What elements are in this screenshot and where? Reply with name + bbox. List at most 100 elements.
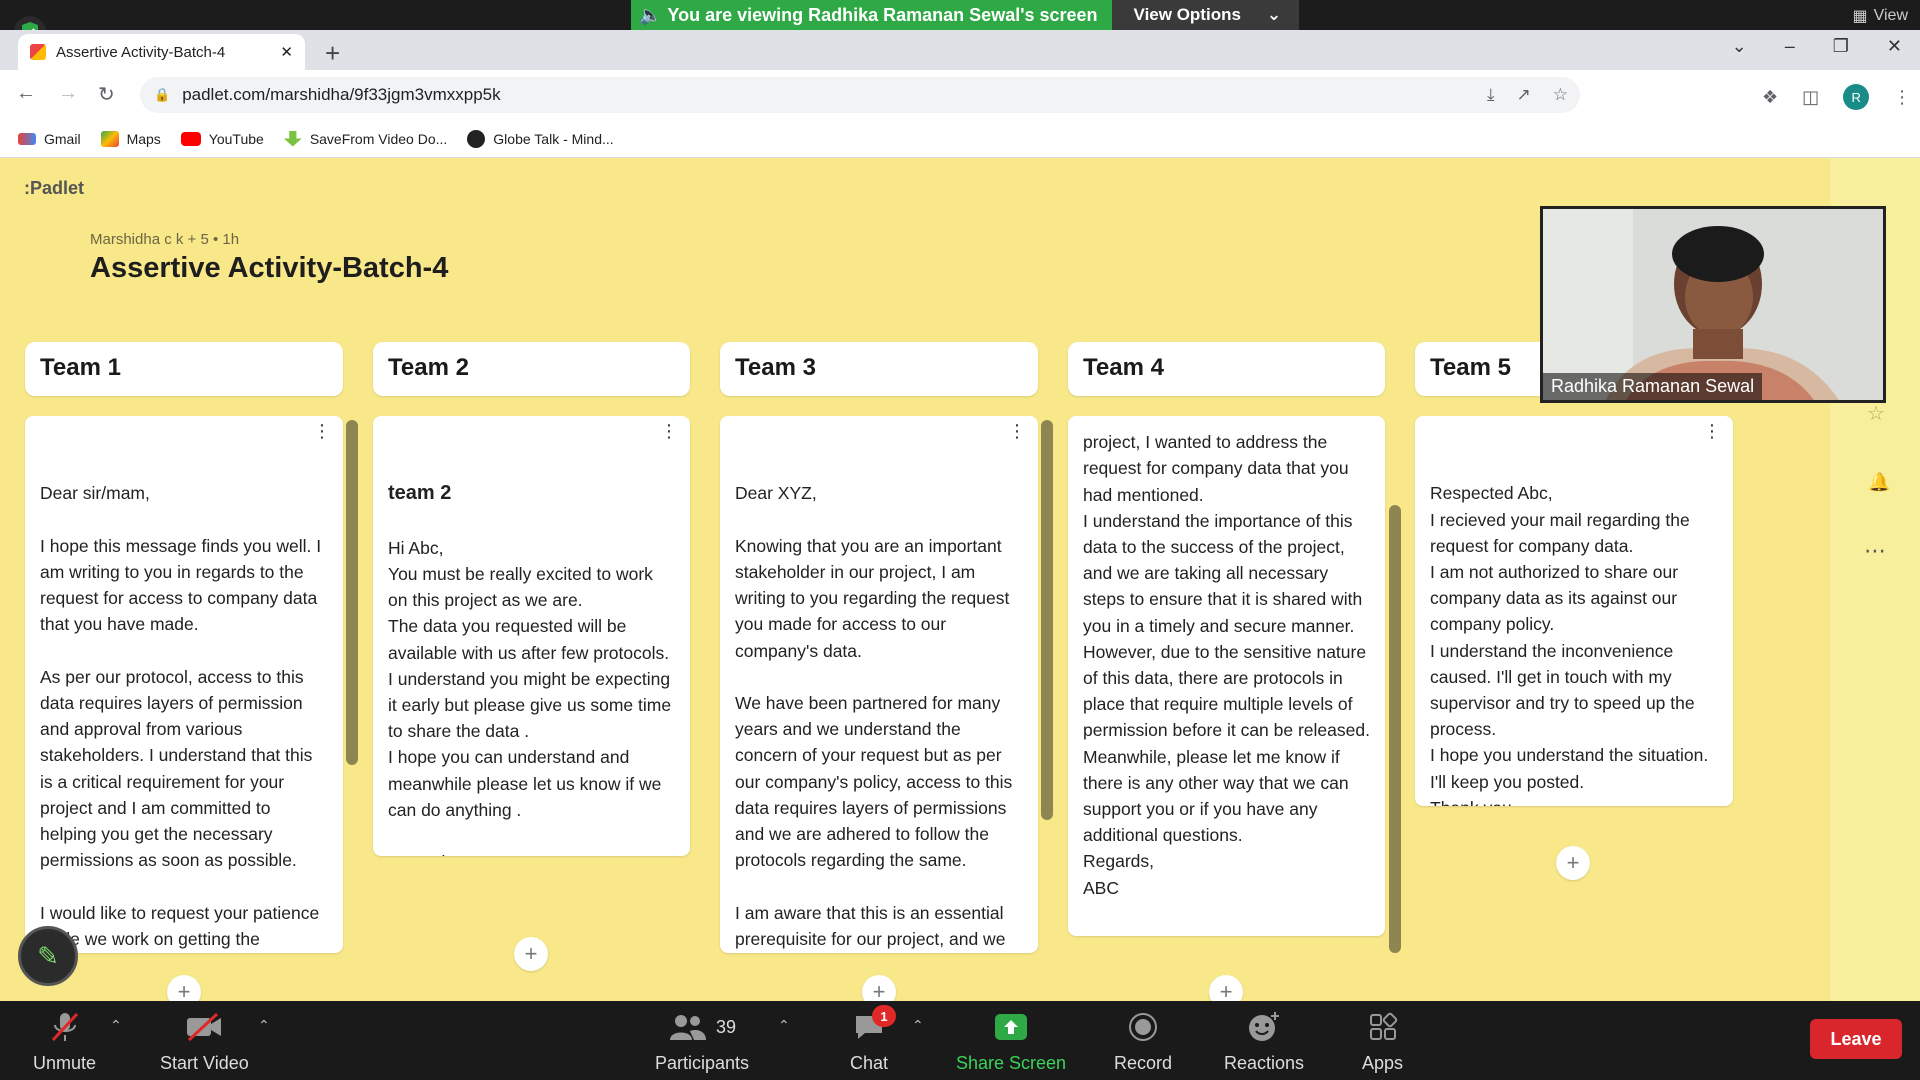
start-video-button[interactable]: Start Video — [160, 1011, 249, 1074]
unmute-label: Unmute — [33, 1053, 97, 1073]
chat-unread-badge: 1 — [872, 1005, 896, 1027]
video-options-caret-icon[interactable]: ⌃ — [258, 1017, 270, 1034]
close-tab-icon[interactable]: ✕ — [280, 43, 293, 61]
more-menu-icon[interactable]: ⋮ — [1893, 87, 1911, 108]
tab-strip: Assertive Activity-Batch-4 ✕ + ⌄ – ❐ ✕ — [0, 30, 1920, 70]
view-label: View — [1873, 7, 1908, 24]
padlet-logo[interactable]: :Padlet — [24, 178, 84, 199]
extensions-puzzle-icon[interactable]: ❖ — [1762, 87, 1778, 108]
view-options-label: View Options — [1133, 5, 1241, 24]
leave-button[interactable]: Leave — [1810, 1019, 1902, 1059]
post-body: Respected Abc, I recieved your mail rega… — [1430, 483, 1709, 806]
install-icon[interactable]: ⤓ — [1487, 85, 1495, 105]
participant-video[interactable]: Radhika Ramanan Sewal — [1540, 206, 1886, 403]
board-meta: Marshidha c k + 5 • 1h — [90, 231, 240, 248]
new-tab-icon[interactable]: + — [325, 38, 340, 69]
forward-icon[interactable]: → — [58, 82, 78, 105]
bookmark-savefrom[interactable]: SaveFrom Video Do... — [283, 130, 448, 147]
post-body: Hi Abc, You must be really excited to wo… — [388, 537, 672, 856]
padlet-favicon-icon — [30, 44, 46, 60]
post-menu-icon[interactable]: ⋮ — [1703, 422, 1721, 440]
record-icon — [1128, 1011, 1158, 1043]
share-screen-button[interactable]: Share Screen — [956, 1011, 1066, 1074]
column-header-team-4[interactable]: Team 4 — [1068, 342, 1385, 396]
share-message-text: You are viewing Radhika Ramanan Sewal's … — [667, 4, 1098, 25]
column-header-team-1[interactable]: Team 1 — [25, 342, 343, 396]
bookmark-label: Globe Talk - Mind... — [493, 130, 614, 147]
bookmark-globe-talk[interactable]: Globe Talk - Mind... — [467, 129, 614, 148]
post-card-team-3[interactable]: ⋮ Dear XYZ, Knowing that you are an impo… — [720, 416, 1038, 953]
smiley-plus-icon — [1247, 1011, 1281, 1043]
restore-icon[interactable]: ❐ — [1833, 36, 1849, 57]
record-button[interactable]: Record — [1114, 1011, 1172, 1074]
bookmark-maps[interactable]: Maps — [100, 130, 161, 147]
post-menu-icon[interactable]: ⋮ — [660, 422, 678, 440]
bookmark-label: SaveFrom Video Do... — [309, 130, 448, 147]
side-panel-icon[interactable]: ◫ — [1802, 87, 1819, 108]
chat-caret-icon[interactable]: ⌃ — [912, 1017, 924, 1034]
gmail-icon — [18, 132, 36, 145]
add-post-button[interactable]: + — [167, 975, 201, 1001]
share-icon[interactable]: ↗ — [1517, 85, 1531, 105]
bookmarks-bar: Gmail Maps YouTube SaveFrom Video Do... … — [0, 120, 1920, 158]
url-text[interactable]: padlet.com/marshidha/9f33jgm3vmxxpp5k — [182, 85, 500, 105]
column-scrollbar[interactable] — [1041, 420, 1053, 820]
profile-avatar[interactable]: R — [1843, 84, 1870, 110]
browser-tab[interactable]: Assertive Activity-Batch-4 ✕ — [18, 34, 305, 70]
bookmark-label: Gmail — [44, 130, 81, 147]
audio-options-caret-icon[interactable]: ⌃ — [110, 1017, 122, 1034]
post-card-team-2[interactable]: ⋮ team 2 Hi Abc, You must be really exci… — [373, 416, 690, 856]
apps-grid-icon — [1368, 1011, 1398, 1043]
tab-search-icon[interactable]: ⌄ — [1732, 36, 1747, 57]
grid-icon: ▦ — [1852, 8, 1868, 25]
add-post-button[interactable]: + — [1209, 975, 1243, 1001]
post-card-team-1[interactable]: ⋮ Dear sir/mam, I hope this message find… — [25, 416, 343, 953]
share-screen-label: Share Screen — [956, 1053, 1067, 1073]
board-title: Assertive Activity-Batch-4 — [90, 252, 449, 284]
add-post-button[interactable]: + — [514, 937, 548, 971]
post-menu-icon[interactable]: ⋮ — [313, 422, 331, 440]
unmute-button[interactable]: Unmute — [33, 1011, 96, 1074]
bookmark-gmail[interactable]: Gmail — [18, 131, 81, 147]
participants-label: Participants — [655, 1053, 750, 1073]
bookmark-star-icon[interactable]: ☆ — [1553, 85, 1568, 105]
column-header-team-3[interactable]: Team 3 — [720, 342, 1038, 396]
share-screen-icon — [993, 1011, 1029, 1043]
pencil-icon[interactable]: ✎ — [18, 926, 78, 986]
minimize-icon[interactable]: – — [1785, 36, 1795, 57]
participants-button[interactable]: 39 Participants — [655, 1011, 749, 1074]
add-post-button[interactable]: + — [862, 975, 896, 1001]
post-card-team-5[interactable]: ⋮ Respected Abc, I recieved your mail re… — [1415, 416, 1733, 806]
view-button[interactable]: ▦ View — [1852, 6, 1908, 26]
address-bar[interactable]: 🔒 padlet.com/marshidha/9f33jgm3vmxxpp5k … — [140, 77, 1580, 113]
close-window-icon[interactable]: ✕ — [1887, 36, 1902, 57]
column-header-team-2[interactable]: Team 2 — [373, 342, 690, 396]
participants-icon: 39 — [668, 1011, 736, 1043]
column-scrollbar[interactable] — [346, 420, 358, 765]
post-body: Dear XYZ, Knowing that you are an import… — [735, 483, 1013, 949]
lock-icon: 🔒 — [154, 87, 171, 102]
browser-toolbar: ← → ↻ 🔒 padlet.com/marshidha/9f33jgm3vmx… — [0, 70, 1920, 120]
apps-label: Apps — [1362, 1053, 1404, 1073]
star-icon[interactable]: ☆ — [1867, 401, 1885, 426]
bell-icon[interactable]: 🔔 — [1868, 472, 1890, 493]
participants-caret-icon[interactable]: ⌃ — [778, 1017, 790, 1034]
muted-microphone-icon — [50, 1011, 80, 1043]
add-post-button[interactable]: + — [1556, 846, 1590, 880]
record-label: Record — [1114, 1053, 1173, 1073]
participant-name-label: Radhika Ramanan Sewal — [1543, 373, 1763, 400]
post-card-team-4[interactable]: project, I wanted to address the request… — [1068, 416, 1385, 936]
back-icon[interactable]: ← — [16, 82, 36, 105]
bookmark-youtube[interactable]: YouTube — [180, 130, 264, 147]
more-options-icon[interactable]: ⋯ — [1864, 538, 1886, 564]
bookmark-label: YouTube — [208, 130, 264, 147]
reactions-button[interactable]: Reactions — [1224, 1011, 1304, 1074]
post-menu-icon[interactable]: ⋮ — [1008, 422, 1026, 440]
tab-title: Assertive Activity-Batch-4 — [56, 43, 226, 61]
view-options-button[interactable]: View Options ⌄ — [1111, 0, 1300, 30]
column-scrollbar[interactable] — [1389, 505, 1401, 953]
zoom-top-bar: 🔈 You are viewing Radhika Ramanan Sewal'… — [0, 0, 1920, 30]
reload-icon[interactable]: ↻ — [98, 82, 115, 107]
apps-button[interactable]: Apps — [1362, 1011, 1403, 1074]
share-banner: 🔈 You are viewing Radhika Ramanan Sewal'… — [631, 0, 1300, 30]
